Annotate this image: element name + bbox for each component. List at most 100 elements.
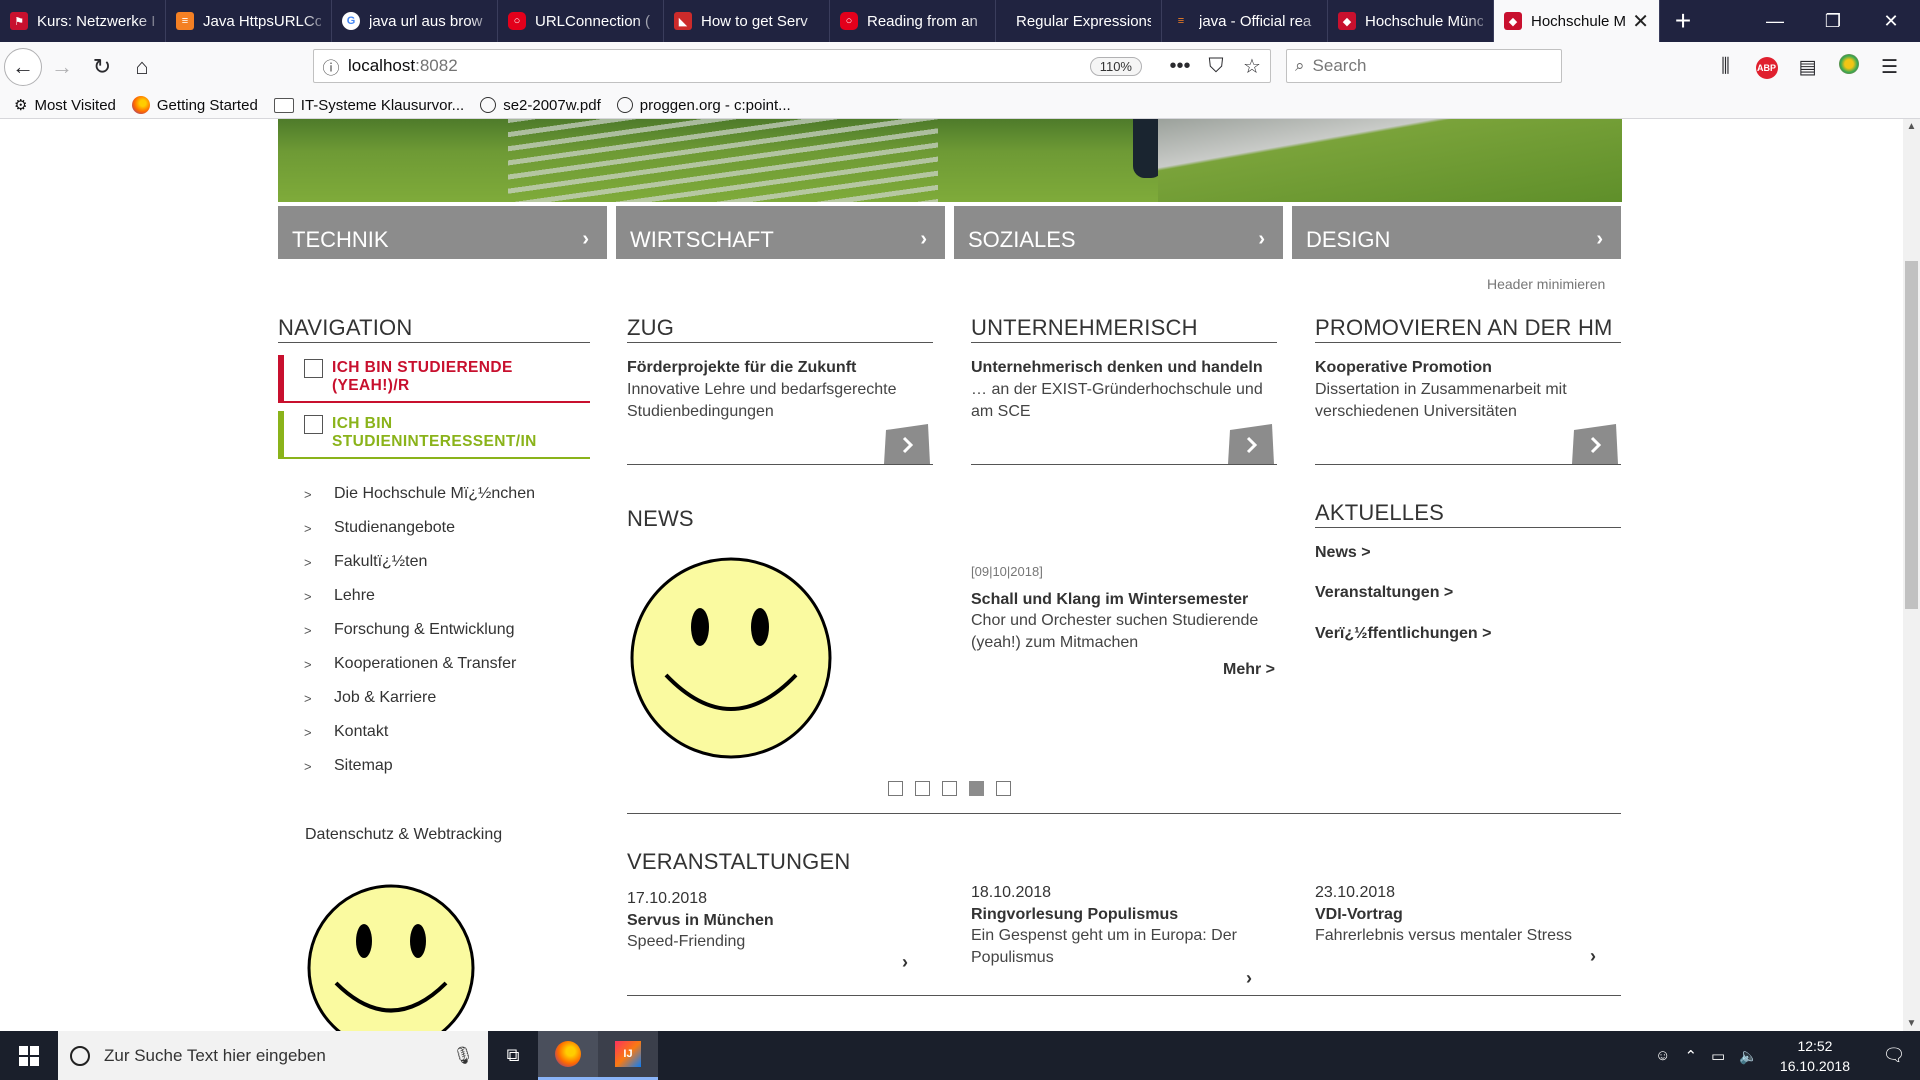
- nav-item-hochschule[interactable]: > Die Hochschule Mï¿½nchen: [304, 477, 535, 511]
- nav-item-sitemap[interactable]: > Sitemap: [304, 749, 535, 783]
- student-box[interactable]: ICH BIN STUDIERENDE (YEAH!)/R: [278, 355, 590, 403]
- back-arrow-icon[interactable]: ←: [4, 48, 42, 86]
- new-tab-button[interactable]: +: [1660, 0, 1706, 42]
- unternehmerisch-more-button[interactable]: [1228, 424, 1274, 464]
- nav-item-kooperationen[interactable]: > Kooperationen & Transfer: [304, 647, 535, 681]
- nav-item-job[interactable]: > Job & Karriere: [304, 681, 535, 715]
- reload-icon[interactable]: ↻: [82, 47, 122, 87]
- aktuelles-news-link[interactable]: News >: [1315, 544, 1371, 562]
- bookmark-star-icon[interactable]: ☆: [1234, 54, 1270, 79]
- slider-dot[interactable]: [942, 781, 957, 796]
- slider-dot[interactable]: [915, 781, 930, 796]
- event-title[interactable]: Ringvorlesung Populismus: [971, 906, 1178, 924]
- tab-4[interactable]: ◣ How to get Serv: [664, 0, 830, 42]
- pocket-icon[interactable]: ⛉: [1198, 55, 1234, 78]
- url-bar[interactable]: ⓘ localhost:8082 110% ••• ⛉ ☆: [313, 49, 1271, 83]
- aktuelles-events-link[interactable]: Veranstaltungen >: [1315, 584, 1453, 602]
- nav-item-studienangebote[interactable]: > Studienangebote: [304, 511, 535, 545]
- tab-0[interactable]: ⚑ Kurs: Netzwerke I: [0, 0, 166, 42]
- nav-item-forschung[interactable]: > Forschung & Entwicklung: [304, 613, 535, 647]
- restore-icon[interactable]: ❐: [1804, 0, 1862, 42]
- aktuelles-publications-link[interactable]: Verï¿½ffentlichungen >: [1315, 625, 1491, 643]
- nav-item-kontakt[interactable]: > Kontakt: [304, 715, 535, 749]
- taskbar-firefox[interactable]: [538, 1031, 598, 1080]
- volume-muted-icon[interactable]: 🔈: [1739, 1047, 1758, 1065]
- event-arrow-icon[interactable]: ›: [1590, 946, 1596, 967]
- bookmark-folder-it-systeme[interactable]: IT-Systeme Klausurvor...: [273, 97, 464, 114]
- tab-3[interactable]: ○ URLConnection (: [498, 0, 664, 42]
- event-title[interactable]: VDI-Vortrag: [1315, 906, 1403, 924]
- promovieren-more-button[interactable]: [1572, 424, 1618, 464]
- nav-item-fakultaeten[interactable]: > Fakultï¿½ten: [304, 545, 535, 579]
- bookmark-se2-pdf[interactable]: se2-2007w.pdf: [480, 97, 601, 114]
- slider-dot-active[interactable]: [969, 781, 984, 796]
- chevron-right-icon: >: [304, 622, 312, 638]
- sidebar-icon[interactable]: ▤: [1787, 56, 1828, 79]
- adblock-icon[interactable]: ABP: [1746, 55, 1787, 79]
- scroll-thumb[interactable]: [1905, 261, 1918, 609]
- slider-dot[interactable]: [996, 781, 1011, 796]
- microphone-icon[interactable]: 🎙: [452, 1046, 474, 1066]
- tab-1[interactable]: ≡ Java HttpsURLCo: [166, 0, 332, 42]
- bookmark-getting-started[interactable]: Getting Started: [131, 96, 258, 114]
- task-view-icon[interactable]: ⧉: [488, 1045, 538, 1066]
- event-date: 17.10.2018: [627, 890, 708, 907]
- tab-9-active[interactable]: ◆ Hochschule M ✕: [1494, 0, 1660, 42]
- bookmark-most-visited[interactable]: ⚙ Most Visited: [14, 96, 116, 115]
- minimize-icon[interactable]: —: [1746, 0, 1804, 42]
- news-title[interactable]: Schall und Klang im Wintersemester: [971, 591, 1248, 609]
- slider-dot[interactable]: [888, 781, 903, 796]
- tab-8[interactable]: ◆ Hochschule Münc: [1328, 0, 1494, 42]
- privacy-link[interactable]: Datenschutz & Webtracking: [305, 826, 502, 844]
- nav-item-lehre[interactable]: > Lehre: [304, 579, 535, 613]
- zug-title[interactable]: Förderprojekte für die Zukunft: [627, 359, 856, 377]
- event-arrow-icon[interactable]: ›: [1246, 968, 1252, 989]
- news-smiley-image[interactable]: [630, 557, 832, 759]
- home-icon[interactable]: ⌂: [122, 47, 162, 87]
- scroll-up-icon[interactable]: ▲: [1903, 121, 1920, 132]
- menu-icon[interactable]: ☰: [1869, 56, 1910, 79]
- tab-6[interactable]: Regular Expressions: [996, 0, 1162, 42]
- page-scrollbar[interactable]: ▲ ▼: [1903, 119, 1920, 1031]
- bookmark-label: se2-2007w.pdf: [503, 96, 601, 114]
- forward-arrow-icon[interactable]: →: [42, 47, 82, 87]
- news-more-link[interactable]: Mehr >: [1223, 661, 1275, 679]
- close-tab-icon[interactable]: ✕: [1632, 9, 1649, 34]
- event-arrow-icon[interactable]: ›: [902, 952, 908, 973]
- checkbox-icon[interactable]: [304, 359, 323, 378]
- bookmark-proggen[interactable]: proggen.org - c:point...: [616, 97, 791, 114]
- battery-icon[interactable]: ▭: [1711, 1047, 1725, 1065]
- taskbar-search-input[interactable]: Zur Suche Text hier eingeben 🎙: [58, 1031, 488, 1080]
- header-minimize-link[interactable]: Header minimieren: [1487, 276, 1605, 292]
- checkbox-icon[interactable]: [304, 415, 323, 434]
- notifications-icon[interactable]: 🗨: [1874, 1045, 1914, 1066]
- url-text[interactable]: localhost:8082: [348, 56, 1090, 76]
- category-wirtschaft[interactable]: WIRTSCHAFT ›: [616, 206, 945, 259]
- library-icon[interactable]: ⫼: [1705, 56, 1746, 78]
- close-window-icon[interactable]: ✕: [1862, 0, 1920, 42]
- people-icon[interactable]: ☺: [1655, 1047, 1670, 1064]
- search-input[interactable]: ⌕ Search: [1286, 49, 1562, 83]
- tab-5[interactable]: ○ Reading from an: [830, 0, 996, 42]
- start-button[interactable]: [0, 1031, 58, 1080]
- clock[interactable]: 12:52 16.10.2018: [1780, 1036, 1850, 1076]
- category-design[interactable]: DESIGN ›: [1292, 206, 1621, 259]
- tab-2[interactable]: G java url aus brow: [332, 0, 498, 42]
- category-soziales[interactable]: SOZIALES ›: [954, 206, 1283, 259]
- zug-more-button[interactable]: [884, 424, 930, 464]
- info-icon[interactable]: ⓘ: [314, 54, 348, 79]
- extension-icon[interactable]: [1828, 54, 1869, 80]
- prospective-student-box[interactable]: ICH BIN STUDIENINTERESSENT/IN: [278, 411, 590, 459]
- page-actions-icon[interactable]: •••: [1162, 55, 1198, 78]
- tab-7[interactable]: ≡ java - Official rea: [1162, 0, 1328, 42]
- scroll-down-icon[interactable]: ▼: [1903, 1018, 1920, 1029]
- zoom-indicator[interactable]: 110%: [1089, 56, 1142, 76]
- unternehmerisch-title[interactable]: Unternehmerisch denken und handeln: [971, 359, 1263, 377]
- event-date: 18.10.2018: [971, 884, 1052, 901]
- nav-item-label: Job & Karriere: [334, 689, 437, 706]
- event-title[interactable]: Servus in München: [627, 912, 774, 930]
- category-technik[interactable]: TECHNIK ›: [278, 206, 607, 259]
- promovieren-title[interactable]: Kooperative Promotion: [1315, 359, 1492, 377]
- taskbar-intellij[interactable]: IJ: [598, 1031, 658, 1080]
- chevron-up-icon[interactable]: ⌃: [1684, 1047, 1697, 1065]
